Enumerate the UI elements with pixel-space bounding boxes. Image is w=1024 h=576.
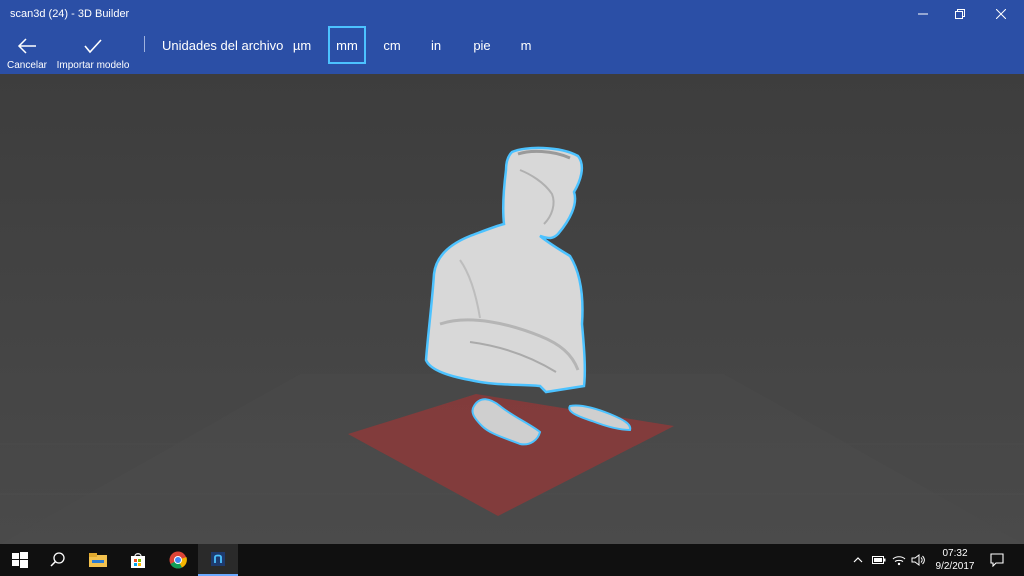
restore-icon <box>954 9 965 19</box>
unit-label: pie <box>473 37 491 53</box>
notifications-icon <box>990 553 1004 567</box>
chrome-button[interactable] <box>158 544 198 576</box>
3d-builder-taskbar-button[interactable] <box>198 544 238 576</box>
unit-um-button[interactable]: µm <box>284 26 320 64</box>
taskbar: 07:32 9/2/2017 <box>0 544 1024 576</box>
import-model-label: Importar modelo <box>56 60 130 71</box>
scanned-model-bust[interactable] <box>424 146 587 394</box>
file-explorer-icon <box>89 553 107 567</box>
network-button[interactable] <box>892 552 906 568</box>
store-button[interactable] <box>118 544 158 576</box>
clock[interactable]: 07:32 9/2/2017 <box>930 547 980 573</box>
3d-viewport[interactable] <box>0 74 1024 544</box>
toolbar-separator <box>144 36 145 52</box>
title-bar: scan3d (24) - 3D Builder <box>0 0 1024 28</box>
toolbar: Cancelar Importar modelo Unidades del ar… <box>0 26 1024 74</box>
unit-mm-button[interactable]: mm <box>328 26 366 64</box>
store-icon <box>131 553 145 568</box>
chrome-icon <box>169 551 187 569</box>
cancel-label: Cancelar <box>6 60 48 71</box>
show-hidden-icons-button[interactable] <box>853 552 863 568</box>
3d-builder-icon <box>211 552 225 566</box>
unit-label: cm <box>383 37 401 53</box>
unit-in-button[interactable]: in <box>418 26 454 64</box>
close-icon <box>996 9 1006 19</box>
unit-m-button[interactable]: m <box>508 26 544 64</box>
checkmark-icon <box>84 39 102 54</box>
back-arrow-icon <box>17 38 36 54</box>
wifi-icon <box>892 556 906 566</box>
scene-canvas <box>0 146 1024 544</box>
battery-button[interactable] <box>872 552 886 568</box>
unit-label: µm <box>292 37 312 53</box>
unit-cm-button[interactable]: cm <box>374 26 410 64</box>
clock-time: 07:32 <box>942 548 968 559</box>
cancel-button[interactable]: Cancelar <box>6 28 48 74</box>
unit-label: mm <box>336 37 358 53</box>
restore-button[interactable] <box>941 0 978 28</box>
speaker-icon <box>911 554 925 566</box>
unit-pie-button[interactable]: pie <box>462 26 502 64</box>
clock-date: 9/2/2017 <box>935 561 975 572</box>
unit-label: in <box>430 37 442 53</box>
window-title: scan3d (24) - 3D Builder <box>10 8 130 20</box>
file-explorer-button[interactable] <box>78 544 118 576</box>
action-center-button[interactable] <box>990 552 1004 568</box>
close-button[interactable] <box>978 0 1024 28</box>
unit-label: m <box>520 37 532 53</box>
volume-button[interactable] <box>911 552 925 568</box>
minimize-icon <box>917 13 928 15</box>
battery-icon <box>872 556 886 564</box>
start-icon <box>12 552 28 568</box>
chevron-up-icon <box>853 557 863 563</box>
minimize-button[interactable] <box>904 0 941 28</box>
units-label: Unidades del archivo <box>162 38 284 53</box>
search-button[interactable] <box>38 544 78 576</box>
start-button[interactable] <box>0 544 40 576</box>
import-model-button[interactable]: Importar modelo <box>55 28 131 74</box>
search-icon <box>50 552 65 567</box>
